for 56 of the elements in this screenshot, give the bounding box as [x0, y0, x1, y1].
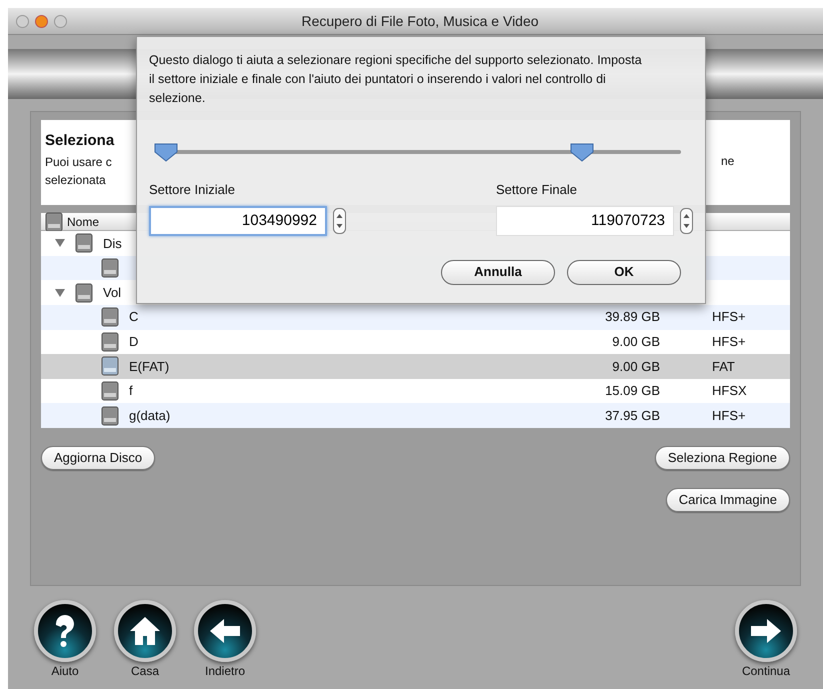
window-title: Recupero di File Foto, Musica e Video — [300, 12, 540, 31]
size-cell-text: 9.00 GB — [611, 333, 660, 352]
nav-label: Aiuto — [51, 664, 79, 679]
disclosure-triangle-icon[interactable] — [55, 239, 65, 248]
table-row[interactable]: f 15.09 GB HFSX — [41, 378, 790, 404]
format-cell-text: HFS+ — [711, 333, 747, 352]
action-button[interactable]: Carica Immagine — [666, 488, 790, 512]
field-label: Settore Finale — [496, 181, 578, 199]
table-row[interactable]: D 9.00 GB HFS+ — [41, 330, 790, 354]
name-cell-text: D — [129, 333, 138, 352]
nav-label: Continua — [742, 664, 790, 679]
left-arrow-icon — [208, 617, 242, 645]
nav-button[interactable] — [114, 600, 176, 662]
format-cell-text: HFSX — [711, 382, 748, 400]
size-cell-text: 9.00 GB — [611, 358, 660, 376]
size-cell-text: 39.89 GB — [604, 308, 660, 326]
stepper-icon[interactable] — [680, 208, 693, 234]
dialog-button[interactable]: Annulla — [441, 260, 555, 284]
right-arrow-icon — [749, 617, 783, 645]
nav-button[interactable] — [735, 600, 797, 662]
slider-thumb[interactable] — [570, 142, 594, 162]
name-cell-text: E(FAT) — [129, 358, 170, 376]
column-title: Nome — [67, 214, 100, 230]
table-row[interactable]: C 39.89 GB HFS+ — [41, 304, 790, 330]
table-row[interactable]: E(FAT) 9.00 GB FAT — [41, 354, 790, 379]
panel-text: selezionata — [45, 172, 106, 188]
panel-text: ne — [721, 153, 734, 170]
name-cell-text: Dis — [103, 234, 122, 253]
nav-label: Indietro — [204, 664, 246, 679]
panel-text: Puoi usare c — [45, 154, 112, 170]
refresh-disk-button[interactable]: Aggiorna Disco — [41, 446, 156, 470]
dialog-message: Questo dialogo ti aiuta a selezionare regioni specifiche del supporto selezionato. Imposta il settore iniziale e finale con l'aiuto dei puntatori o inserendo i valori nel controllo di selezione. — [149, 52, 643, 107]
size-cell-text: 37.95 GB — [604, 406, 660, 425]
nav-button[interactable] — [194, 600, 256, 662]
name-cell-text: Vol — [103, 284, 122, 302]
format-cell-text: HFS+ — [711, 308, 747, 326]
table-row[interactable]: g(data) 37.95 GB HFS+ — [41, 403, 790, 428]
dialog-button[interactable]: OK — [567, 260, 681, 284]
name-cell-text: C — [129, 308, 138, 326]
action-button[interactable]: Seleziona Regione — [654, 446, 790, 470]
format-cell-text: FAT — [711, 358, 736, 376]
window-button[interactable] — [35, 14, 48, 28]
sector-field[interactable]: 103490992 — [149, 206, 327, 236]
name-cell-text: f — [129, 382, 133, 400]
disclosure-triangle-icon[interactable] — [55, 288, 65, 297]
panel-heading: Seleziona — [45, 131, 114, 151]
format-cell-text: HFS+ — [711, 406, 747, 425]
name-cell-text: g(data) — [129, 406, 170, 425]
sector-field[interactable]: 119070723 — [496, 206, 674, 236]
nav-label: Casa — [130, 664, 159, 679]
stepper-icon[interactable] — [333, 208, 346, 234]
house-icon — [128, 615, 162, 647]
size-cell-text: 15.09 GB — [604, 382, 660, 400]
field-label: Settore Iniziale — [149, 181, 236, 199]
nav-button[interactable] — [34, 600, 96, 662]
slider-thumb[interactable] — [154, 142, 178, 162]
